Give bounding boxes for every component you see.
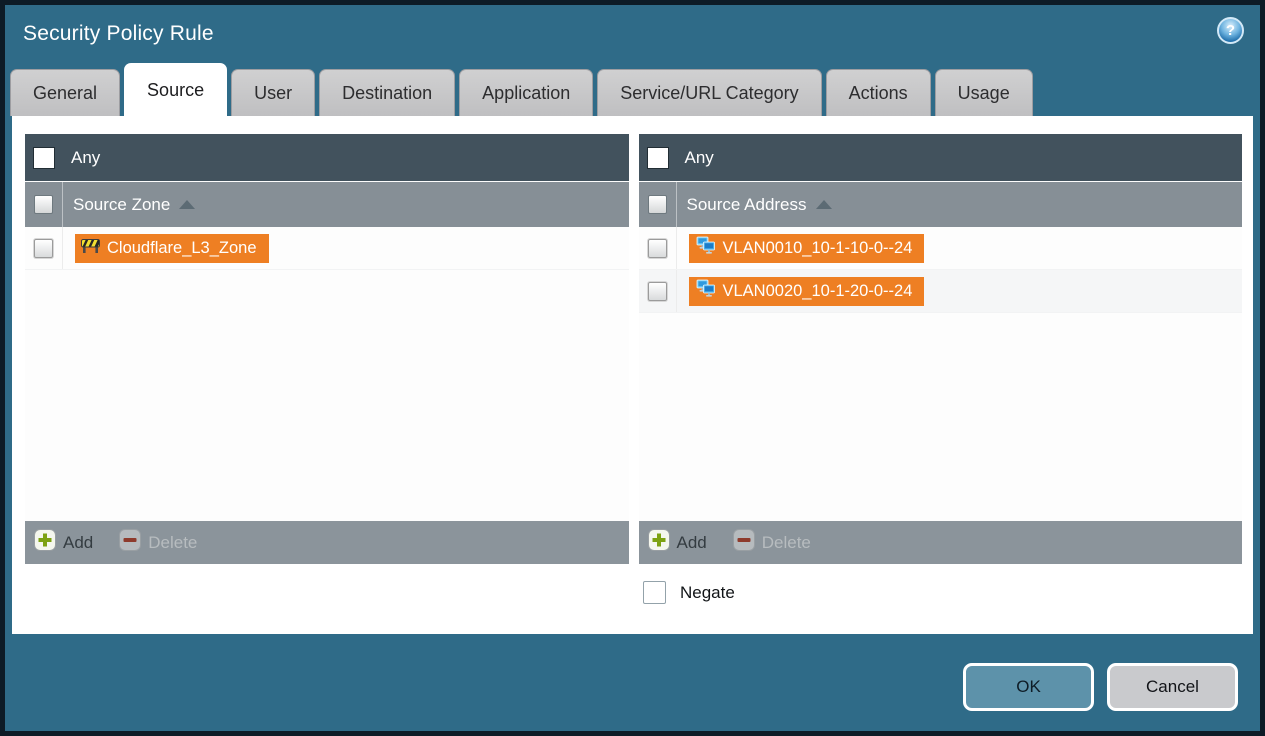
delete-icon: [119, 529, 142, 556]
network-icon: [695, 236, 716, 260]
tab-actions[interactable]: Actions: [825, 69, 931, 116]
address-name: VLAN0020_10-1-20-0--24: [722, 281, 913, 300]
source-address-footer: Add Delete: [638, 521, 1242, 564]
help-icon[interactable]: ?: [1217, 17, 1244, 44]
delete-label: Delete: [148, 532, 198, 552]
source-zone-select-all-checkbox[interactable]: [34, 195, 53, 214]
row-checkbox[interactable]: [34, 238, 53, 258]
source-address-panel: Any Source Address VLAN0010_10-1-10-0--2…: [638, 134, 1242, 564]
address-name: VLAN0010_10-1-10-0--24: [722, 238, 913, 257]
add-button[interactable]: Add: [34, 529, 93, 556]
tabbar: General Source User Destination Applicat…: [5, 63, 1260, 116]
source-zone-panel: Any Source Zone Cloudflare_L3_Zone Add D…: [25, 134, 629, 564]
negate-checkbox[interactable]: [643, 581, 666, 604]
tab-destination[interactable]: Destination: [319, 69, 456, 116]
source-zone-column-label: Source Zone: [73, 194, 171, 214]
source-zone-rows: Cloudflare_L3_Zone: [25, 227, 629, 521]
sort-ascending-icon: [815, 200, 832, 209]
add-label: Add: [63, 532, 94, 552]
delete-icon: [732, 529, 755, 556]
tab-source[interactable]: Source: [124, 63, 228, 116]
tab-usage[interactable]: Usage: [934, 69, 1033, 116]
add-icon: [647, 529, 670, 556]
delete-button[interactable]: Delete: [119, 529, 197, 556]
source-zone-any-label: Any: [71, 147, 101, 167]
add-icon: [34, 529, 56, 556]
table-row[interactable]: VLAN0020_10-1-20-0--24: [638, 270, 1242, 313]
source-address-any-header: Any: [638, 134, 1242, 181]
add-button[interactable]: Add: [647, 529, 707, 556]
sort-ascending-icon: [179, 200, 196, 209]
dialog-buttonbar: OK Cancel: [5, 634, 1260, 731]
zone-chip[interactable]: Cloudflare_L3_Zone: [75, 233, 269, 263]
negate-label: Negate: [680, 582, 735, 602]
delete-label: Delete: [761, 532, 811, 552]
network-icon: [695, 279, 716, 303]
tab-user[interactable]: User: [231, 69, 316, 116]
titlebar: Security Policy Rule ?: [5, 5, 1260, 63]
source-zone-footer: Add Delete: [25, 521, 629, 564]
source-address-any-checkbox[interactable]: [646, 146, 669, 169]
dialog-title: Security Policy Rule: [23, 22, 214, 45]
zone-icon: [81, 237, 100, 259]
source-address-any-label: Any: [684, 147, 714, 167]
ok-button[interactable]: OK: [963, 663, 1094, 711]
source-address-select-all-checkbox[interactable]: [647, 195, 667, 214]
security-policy-rule-dialog: Security Policy Rule ? General Source Us…: [0, 0, 1265, 736]
cancel-button[interactable]: Cancel: [1107, 663, 1238, 711]
source-zone-column-header[interactable]: Source Zone: [25, 181, 629, 227]
table-row[interactable]: Cloudflare_L3_Zone: [25, 227, 629, 270]
zone-name: Cloudflare_L3_Zone: [107, 238, 257, 257]
source-zone-any-checkbox[interactable]: [33, 146, 55, 169]
negate-row: Negate: [643, 581, 1242, 604]
tab-general[interactable]: General: [10, 69, 121, 116]
source-tab-content: Any Source Zone Cloudflare_L3_Zone Add D…: [12, 116, 1253, 634]
source-address-rows: VLAN0010_10-1-10-0--24 VLAN0020_10-1-20-…: [638, 227, 1242, 521]
table-row[interactable]: VLAN0010_10-1-10-0--24: [638, 227, 1242, 270]
source-address-column-label: Source Address: [686, 194, 807, 214]
row-checkbox[interactable]: [647, 238, 667, 258]
delete-button[interactable]: Delete: [732, 529, 811, 556]
source-address-column-header[interactable]: Source Address: [638, 181, 1242, 227]
tab-service-url-category[interactable]: Service/URL Category: [597, 69, 822, 116]
address-chip[interactable]: VLAN0020_10-1-20-0--24: [688, 276, 925, 306]
add-label: Add: [676, 532, 707, 552]
tab-application[interactable]: Application: [459, 69, 594, 116]
address-chip[interactable]: VLAN0010_10-1-10-0--24: [688, 233, 925, 263]
row-checkbox[interactable]: [647, 281, 667, 301]
source-zone-any-header: Any: [25, 134, 629, 181]
